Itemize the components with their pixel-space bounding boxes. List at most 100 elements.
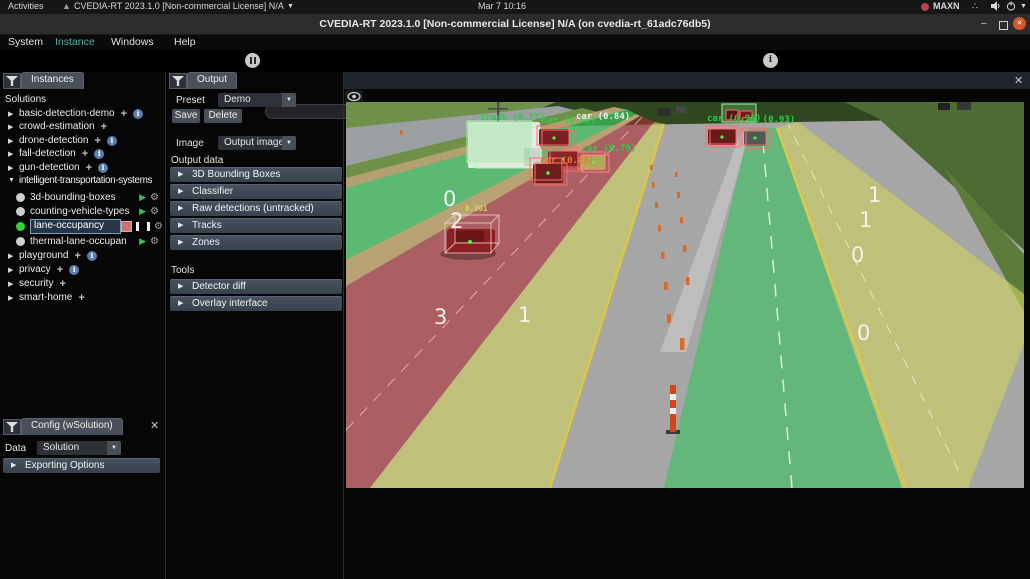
volume-icon[interactable] [990,1,1000,13]
info-icon[interactable]: i [87,251,97,261]
play-icon[interactable]: ▶ [139,206,146,217]
close-video-panel-icon[interactable]: ✕ [1014,74,1023,87]
solution-row-privacy[interactable]: ▶ privacy + i [0,263,165,276]
expand-arrow-icon[interactable]: ▶ [8,164,16,172]
instance-row-lane-occupancy[interactable]: lane-occupancy ⚙ [0,219,165,234]
section-tracks[interactable]: ▶Tracks [170,218,342,233]
filter-funnel-icon[interactable] [3,419,21,435]
section-classifier[interactable]: ▶Classifier [170,184,342,199]
add-instance-button[interactable]: + [74,251,80,261]
zone-count: 1 [859,208,872,232]
network-icon[interactable]: ∴ [972,1,978,12]
filter-funnel-icon[interactable] [3,73,21,89]
clock[interactable]: Mar 7 10:16 [478,1,526,11]
add-instance-button[interactable]: + [86,163,92,173]
pause-icon[interactable] [136,222,150,231]
info-icon[interactable]: i [107,136,117,146]
add-instance-button[interactable]: + [82,149,88,159]
gear-icon[interactable]: ⚙ [150,206,159,217]
collapse-arrow-icon[interactable]: ▼ [8,177,16,184]
add-instance-button[interactable]: + [78,293,84,303]
pause-playback-button[interactable] [245,53,260,68]
info-icon[interactable]: i [133,109,143,119]
activities-button[interactable]: Activities [8,1,44,11]
filter-funnel-icon[interactable] [169,73,187,89]
instance-row-thermal-lane-occupancy[interactable]: thermal-lane-occupan ▶ ⚙ [0,235,165,248]
video-output-view[interactable]: truck (0.77) car (0.97) car (0.84) car (… [346,102,1024,488]
section-zones[interactable]: ▶Zones [170,235,342,250]
app-indicator-menu[interactable]: CVEDIA-RT 2023.1.0 [Non-commercial Licen… [74,1,284,11]
section-3d-bounding-boxes[interactable]: ▶3D Bounding Boxes [170,167,342,182]
section-label: 3D Bounding Boxes [192,169,280,180]
expand-arrow-icon[interactable]: ▶ [8,252,16,260]
play-icon[interactable]: ▶ [139,192,146,203]
tool-overlay-interface[interactable]: ▶Overlay interface [170,296,342,311]
add-instance-button[interactable]: + [121,109,127,119]
instance-status-icon [16,237,25,246]
expand-arrow-icon[interactable]: ▶ [8,266,16,274]
tool-detector-diff[interactable]: ▶Detector diff [170,279,342,294]
expand-arrow-icon[interactable]: ▶ [8,110,16,118]
dropdown-arrow-icon[interactable]: ▼ [282,136,296,150]
stop-icon[interactable] [121,221,132,232]
minimize-button[interactable]: – [981,18,987,29]
gear-icon[interactable]: ⚙ [150,236,159,247]
tab-output[interactable]: Output [187,72,237,89]
close-window-button[interactable]: ✕ [1013,17,1026,30]
image-dropdown[interactable]: Output image ▼ [218,136,296,150]
exporting-options-header[interactable]: ▶ Exporting Options [3,458,160,473]
close-config-icon[interactable]: ✕ [150,419,159,432]
instance-row-3d-bounding-boxes[interactable]: 3d-bounding-boxes ▶ ⚙ [0,191,165,204]
gear-icon[interactable]: ⚙ [150,192,159,203]
section-raw-detections[interactable]: ▶Raw detections (untracked) [170,201,342,216]
video-panel-header: ✕ [344,72,1030,89]
lane-occupancy-overlay: truck (0.77) car (0.97) car (0.84) car (… [346,102,1024,488]
solution-row-intelligent-transportation-systems[interactable]: ▼ intelligent-transportation-systems [0,174,165,187]
panel-divider[interactable] [343,72,344,579]
menu-windows[interactable]: Windows [111,36,154,48]
expand-arrow-icon[interactable]: ▶ [8,280,16,288]
playback-info-button[interactable]: i [763,53,778,68]
tab-instances[interactable]: Instances [21,72,84,89]
solution-row-fall-detection[interactable]: ▶ fall-detection + i [0,147,165,160]
solution-row-drone-detection[interactable]: ▶ drone-detection + i [0,134,165,147]
solution-row-gun-detection[interactable]: ▶ gun-detection + i [0,161,165,174]
solution-row-security[interactable]: ▶ security + [0,277,165,290]
menu-bar: System Instance Windows Help [0,35,1030,50]
gear-icon[interactable]: ⚙ [154,221,163,232]
menu-instance[interactable]: Instance [55,36,95,48]
dropdown-arrow-icon[interactable]: ▼ [107,441,121,455]
preset-dropdown[interactable]: Demo ▼ [218,93,296,107]
add-instance-button[interactable]: + [57,265,63,275]
menu-help[interactable]: Help [174,36,196,48]
solution-row-playground[interactable]: ▶ playground + i [0,249,165,262]
system-menu-chevron-icon[interactable]: ▼ [1020,3,1027,10]
expand-arrow-icon[interactable]: ▶ [8,137,16,145]
add-instance-button[interactable]: + [95,136,101,146]
tab-config[interactable]: Config (wSolution) [21,418,123,435]
expand-arrow-icon[interactable]: ▶ [8,123,16,131]
info-icon[interactable]: i [98,163,108,173]
section-label: Tracks [192,220,222,231]
solution-row-smart-home[interactable]: ▶ smart-home + [0,291,165,304]
config-data-dropdown[interactable]: Solution ▼ [37,441,121,455]
zone-count: 3 [434,305,447,329]
play-icon[interactable]: ▶ [139,236,146,247]
info-icon[interactable]: i [94,149,104,159]
add-instance-button[interactable]: + [59,279,65,289]
instance-row-counting-vehicle-types[interactable]: counting-vehicle-types ▶ ⚙ [0,205,165,218]
dropdown-arrow-icon[interactable]: ▼ [282,93,296,107]
restore-button[interactable] [999,21,1008,30]
power-icon[interactable] [1006,1,1016,13]
instance-name-input[interactable]: lane-occupancy [30,219,121,234]
expand-arrow-icon[interactable]: ▶ [8,294,16,302]
expand-arrow-icon[interactable]: ▶ [8,150,16,158]
save-button[interactable]: Save [172,109,200,123]
add-instance-button[interactable]: + [101,122,107,132]
solution-row-basic-detection-demo[interactable]: ▶ basic-detection-demo + i [0,107,165,120]
info-icon[interactable]: i [69,265,79,275]
menu-system[interactable]: System [8,36,43,48]
solution-row-crowd-estimation[interactable]: ▶ crowd-estimation + [0,120,165,133]
perf-mode-label: MAXN [933,1,960,11]
delete-button[interactable]: Delete [204,109,242,123]
